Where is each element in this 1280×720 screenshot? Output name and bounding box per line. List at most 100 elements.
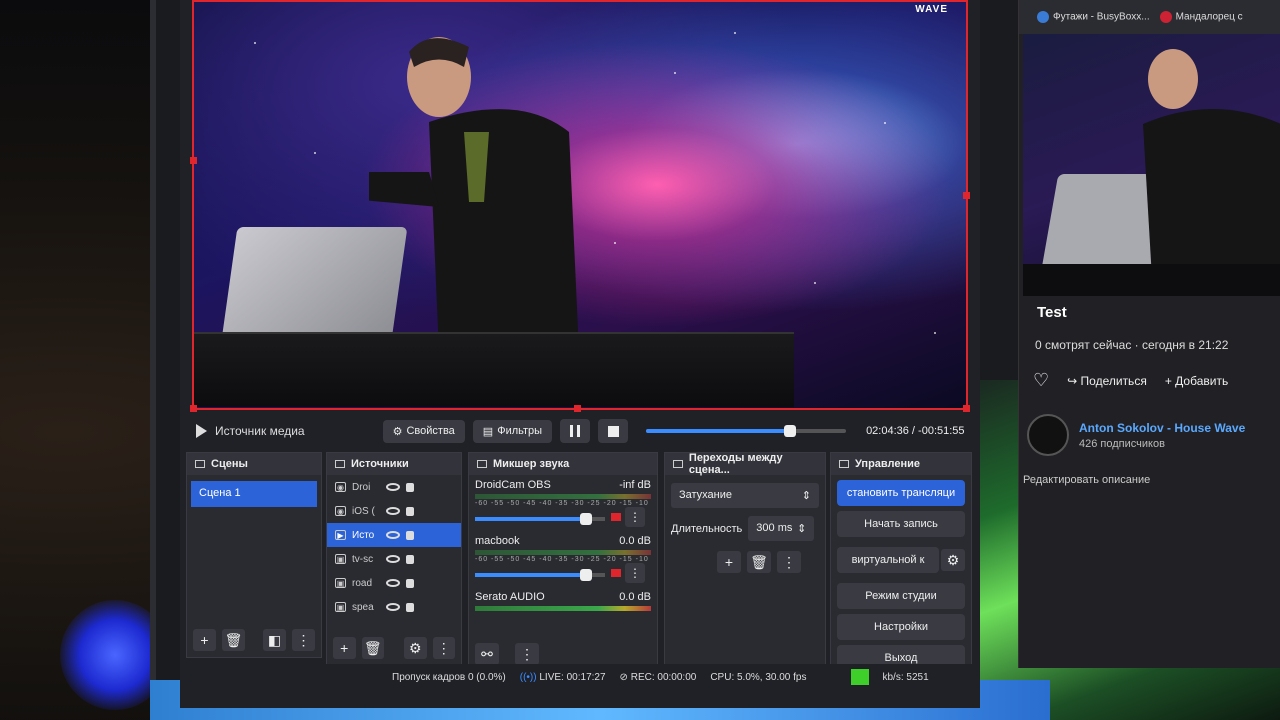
delete-transition-button[interactable]: 🗑: [747, 551, 771, 573]
filters-label: Фильтры: [497, 425, 543, 437]
duration-value: 300 ms: [756, 522, 793, 534]
visibility-eye-icon[interactable]: [386, 483, 400, 491]
resize-handle-bottom-right[interactable]: [963, 405, 970, 412]
properties-button[interactable]: ⚙ Свойства: [382, 419, 465, 443]
track-menu-button[interactable]: ⋮: [625, 507, 645, 527]
browser-window: Футажи - BusyBoxx... Мандалорец с Test 0…: [1018, 0, 1280, 668]
seek-handle[interactable]: [784, 425, 797, 437]
source-menu-button[interactable]: ⋮: [432, 637, 455, 659]
browser-tab[interactable]: Мандалорец с: [1159, 11, 1243, 23]
virtual-camera-button[interactable]: виртуальной к: [837, 547, 939, 573]
mute-speaker-icon[interactable]: [611, 569, 621, 577]
mixer-track: Serato AUDIO 0.0 dB: [469, 587, 657, 615]
visibility-eye-icon[interactable]: [386, 603, 400, 611]
rec-time: REC: 00:00:00: [630, 671, 697, 683]
resize-handle-left[interactable]: [190, 157, 197, 164]
source-label: Исто: [352, 529, 375, 541]
visibility-eye-icon[interactable]: [386, 579, 400, 587]
meter-scale: -60 -55 -50 -45 -40 -35 -30 -25 -20 -15 …: [475, 500, 651, 507]
dock-icon: [839, 460, 849, 468]
lock-icon[interactable]: [406, 506, 414, 516]
dock-icon: [195, 460, 205, 468]
lock-icon[interactable]: [406, 578, 414, 588]
mixer-track: DroidCam OBS -inf dB -60 -55 -50 -45 -40 -…: [469, 475, 657, 531]
channel-avatar[interactable]: [1027, 414, 1069, 456]
edit-description-link[interactable]: Редактировать описание: [1023, 474, 1150, 486]
scene-filters-button[interactable]: ◧: [263, 629, 286, 651]
pause-button[interactable]: [560, 419, 591, 443]
dock-icon: [477, 460, 487, 468]
source-item[interactable]: ▣ spea: [327, 595, 461, 619]
tab-favicon-icon: [1037, 11, 1049, 23]
visibility-eye-icon[interactable]: [386, 507, 400, 515]
source-item[interactable]: ◉ Droi: [327, 475, 461, 499]
start-streaming-button[interactable]: становить трансляци: [837, 480, 965, 506]
share-arrow-icon: ↪: [1067, 373, 1078, 388]
resize-handle-right[interactable]: [963, 192, 970, 199]
level-meter: [475, 606, 651, 611]
duration-label: Длительность: [671, 522, 743, 535]
settings-button[interactable]: Настройки: [837, 614, 965, 640]
scene-menu-button[interactable]: ⋮: [292, 629, 315, 651]
volume-fader[interactable]: [475, 513, 605, 526]
add-scene-button[interactable]: +: [193, 629, 216, 651]
volume-fader[interactable]: [475, 569, 605, 582]
preview-canvas[interactable]: WAVE: [190, 0, 970, 412]
rec-indicator: ⊘ REC: 00:00:00: [620, 672, 697, 683]
source-item[interactable]: ◉ iOS (: [327, 499, 461, 523]
delete-scene-button[interactable]: 🗑: [222, 629, 245, 651]
plus-icon: +: [1164, 373, 1172, 388]
resize-handle-bottom[interactable]: [574, 405, 581, 412]
filters-button[interactable]: ▤ Фильтры: [472, 419, 553, 443]
media-source-name: Источник медиа: [215, 424, 305, 438]
transition-selected: Затухание: [679, 489, 733, 501]
video-frame: [1023, 49, 1280, 296]
media-play-icon[interactable]: [196, 424, 207, 438]
mixer-track: macbook 0.0 dB -60 -55 -50 -45 -40 -35 -30…: [469, 531, 657, 587]
stop-button[interactable]: [598, 419, 629, 443]
delete-source-button[interactable]: 🗑: [361, 637, 384, 659]
add-to-button[interactable]: + Добавить: [1165, 374, 1228, 388]
studio-mode-button[interactable]: Режим студии: [837, 583, 965, 609]
lock-icon[interactable]: [406, 554, 414, 564]
source-item[interactable]: ▣ road: [327, 571, 461, 595]
visibility-eye-icon[interactable]: [386, 555, 400, 563]
lock-icon[interactable]: [406, 482, 414, 492]
lock-icon[interactable]: [406, 530, 414, 540]
visibility-eye-icon[interactable]: [386, 531, 400, 539]
share-button[interactable]: ↪ Поделиться: [1067, 374, 1147, 388]
lock-icon[interactable]: [406, 602, 414, 612]
mute-speaker-icon[interactable]: [611, 513, 621, 521]
mixer-link-button[interactable]: ⚯: [475, 643, 499, 665]
resize-handle-bottom-left[interactable]: [190, 405, 197, 412]
add-transition-button[interactable]: +: [717, 551, 741, 573]
like-heart-icon[interactable]: ♡: [1033, 370, 1049, 391]
transition-select[interactable]: Затухание ⇕: [671, 483, 819, 508]
scenes-title: Сцены: [211, 458, 248, 470]
camera-icon: ◉: [335, 482, 346, 492]
source-settings-button[interactable]: ⚙: [404, 637, 427, 659]
track-level: 0.0 dB: [619, 535, 651, 547]
browser-tab[interactable]: Футажи - BusyBoxx...: [1037, 11, 1150, 23]
scenes-header: Сцены: [187, 453, 321, 475]
source-item[interactable]: ▣ tv-sc: [327, 547, 461, 571]
live-video-player[interactable]: [1023, 34, 1280, 296]
media-seek-slider[interactable]: [646, 425, 847, 437]
fader-fill: [475, 573, 586, 578]
start-recording-button[interactable]: Начать запись: [837, 511, 965, 537]
fader-handle[interactable]: [579, 513, 592, 526]
fader-handle[interactable]: [579, 569, 592, 582]
duration-spinbox[interactable]: 300 ms ⇕: [748, 516, 815, 541]
source-item[interactable]: ▶ Исто: [327, 523, 461, 547]
mixer-menu-button[interactable]: ⋮: [515, 643, 539, 665]
add-source-button[interactable]: +: [333, 637, 356, 659]
transition-menu-button[interactable]: ⋮: [777, 551, 801, 573]
live-indicator: ((•)) LIVE: 00:17:27: [520, 672, 606, 683]
gear-icon: ⚙: [392, 425, 403, 438]
cpu-usage: CPU: 5.0%, 30.00 fps: [710, 671, 807, 683]
filter-icon: ▤: [482, 425, 494, 438]
track-menu-button[interactable]: ⋮: [625, 563, 645, 583]
channel-name[interactable]: Anton Sokolov - House Wave: [1079, 421, 1245, 435]
virtual-camera-settings-button[interactable]: ⚙: [941, 549, 965, 571]
scene-item[interactable]: Сцена 1: [191, 481, 317, 507]
